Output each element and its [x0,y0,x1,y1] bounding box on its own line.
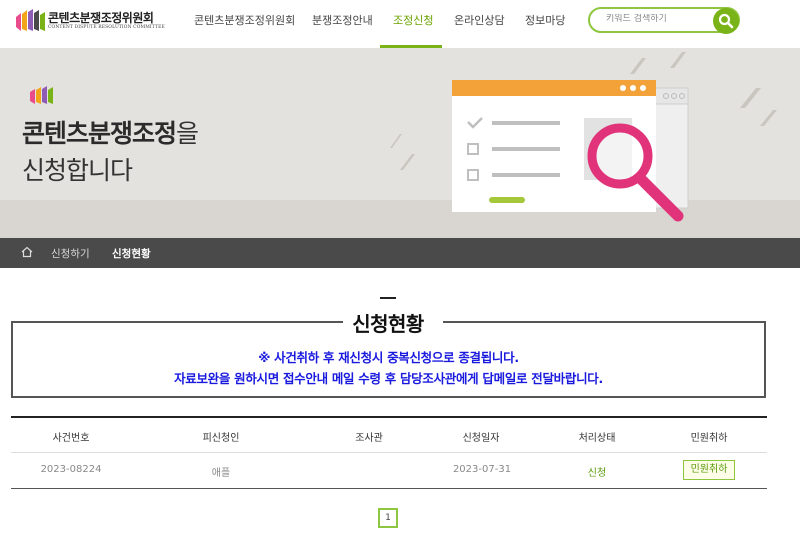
withdraw-complaint-button[interactable]: 민원취하 [683,460,735,480]
header-investigator: 조사관 [355,433,383,444]
search-button[interactable] [713,8,739,34]
document-search-illustration [390,52,777,222]
logo-title: 콘텐츠분쟁조정위원회 [48,11,154,25]
home-icon[interactable] [20,245,34,259]
cell-date: 2023-07-31 [452,464,512,475]
nav-item-online-consult[interactable]: 온라인상담 [454,12,505,48]
notice-line-2: 자료보완을 원하시면 접수안내 메일 수령 후 담당조사관에게 답메일로 전달바… [174,371,603,386]
header-respondent: 피신청인 [202,433,240,444]
header-action: 민원취하 [690,433,728,444]
page-button-1[interactable]: 1 [378,508,398,528]
cell-case-no: 2023-08224 [40,464,102,475]
search-box [588,7,740,34]
breadcrumb-item-status[interactable]: 신청현황 [112,246,151,261]
hero-title-bold: 콘텐츠분쟁조정 [22,119,177,148]
logo-subtitle: CONTENT DISPUTE RESOLUTION COMMITTEE [48,25,165,30]
nav-item-committee[interactable]: 콘텐츠분쟁조정위원회 [194,12,295,48]
hero-banner: 콘텐츠분쟁조정을 신청합니다 [0,48,800,238]
nav-item-apply[interactable]: 조정신청 [393,12,433,48]
breadcrumb: 신청하기 신청현황 [0,238,800,268]
nav-item-dispute-guide[interactable]: 분쟁조정안내 [312,12,373,48]
title-accent-bar [380,297,396,299]
hero-mark-icon [30,86,53,104]
notice-line-1: ※ 사건취하 후 재신청시 중복신청으로 종결됩니다. [258,350,519,365]
header-case-no: 사건번호 [52,433,90,444]
logo-mark-icon [16,9,45,31]
hero-title-line2: 신청합니다 [22,156,133,185]
search-input[interactable] [606,14,716,24]
table-header: 사건번호 피신청인 조사관 신청일자 처리상태 민원취하 [11,416,767,453]
page-title: 신청현황 [352,312,424,336]
nav-item-info[interactable]: 정보마당 [525,12,565,48]
cell-respondent: 애플 [211,468,231,479]
site-logo[interactable]: 콘텐츠분쟁조정위원회 CONTENT DISPUTE RESOLUTION CO… [16,7,176,33]
header-status: 처리상태 [578,433,616,444]
cell-status: 신청 [587,468,607,479]
breadcrumb-item-apply[interactable]: 신청하기 [51,246,90,261]
hero-title-suffix: 을 [176,119,199,148]
site-header: 콘텐츠분쟁조정위원회 CONTENT DISPUTE RESOLUTION CO… [0,0,800,48]
search-icon [718,13,734,29]
header-date: 신청일자 [462,433,500,444]
table-row[interactable]: 2023-08224 애플 2023-07-31 신청 민원취하 [11,453,767,489]
hero-title-line1: 콘텐츠분쟁조정을 [22,114,199,150]
